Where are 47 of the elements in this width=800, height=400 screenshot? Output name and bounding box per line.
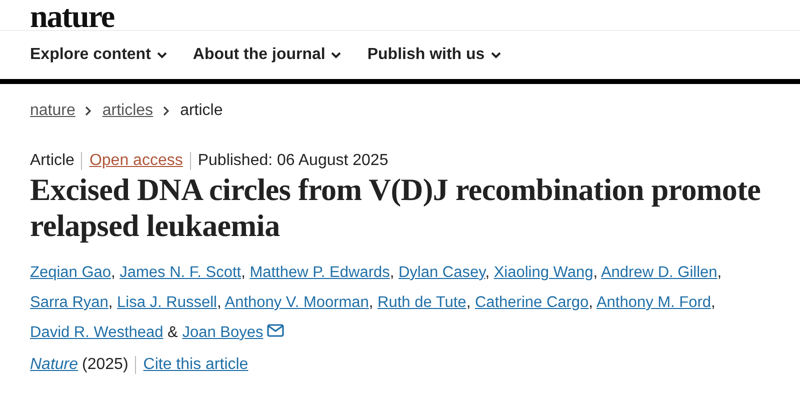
- separator: ,: [466, 294, 471, 311]
- separator: ,: [390, 264, 394, 281]
- breadcrumb-link[interactable]: articles: [102, 102, 154, 120]
- separator: ,: [108, 294, 113, 311]
- author-link[interactable]: Dylan Casey: [398, 264, 486, 281]
- author-link[interactable]: Matthew P. Edwards: [250, 264, 390, 281]
- current-page-label: article: [180, 102, 223, 120]
- author-link[interactable]: Zeqian Gao: [30, 264, 111, 281]
- article-type: Article: [30, 152, 74, 170]
- author-link[interactable]: James N. F. Scott: [120, 264, 242, 281]
- separator: ,: [368, 294, 374, 311]
- author-link[interactable]: Andrew D. Gillen: [600, 264, 718, 281]
- open-access-link[interactable]: Open access: [89, 152, 183, 170]
- published-date: Published: 06 August 2025: [198, 152, 388, 170]
- cite-link[interactable]: Cite this article: [143, 356, 248, 374]
- chevron-right-icon: [85, 106, 92, 116]
- separator: ,: [711, 294, 716, 311]
- journal-name[interactable]: Nature: [30, 356, 78, 374]
- author-link[interactable]: Xiaoling Wang: [494, 264, 594, 281]
- author-link[interactable]: David R. Westhead: [30, 324, 164, 341]
- author-link[interactable]: Sarra Ryan: [30, 294, 108, 311]
- separator: ,: [216, 294, 222, 311]
- author-link[interactable]: Anthony M. Ford: [596, 294, 712, 311]
- email-icon[interactable]: [267, 324, 284, 337]
- breadcrumb-link[interactable]: nature: [30, 102, 76, 120]
- chevron-down-icon: [490, 52, 501, 58]
- journal-logo[interactable]: nature: [30, 2, 114, 30]
- nav-menu-button[interactable]: Publish with us: [367, 46, 501, 64]
- separator: ,: [593, 264, 598, 281]
- separator: &: [166, 324, 179, 341]
- nav-menu-button[interactable]: About the journal: [192, 46, 342, 64]
- publication-year: (2025): [82, 356, 128, 374]
- separator: ,: [241, 264, 246, 281]
- nav-menu-button[interactable]: Explore content: [30, 46, 167, 64]
- separator: ,: [588, 294, 593, 311]
- separator: ,: [485, 264, 490, 281]
- author-link[interactable]: Catherine Cargo: [474, 294, 589, 311]
- author-link[interactable]: Anthony V. Moorman: [224, 294, 369, 311]
- article-title: Excised DNA circles from V(D)J recombination promote relapsed leukaemia: [30, 172, 762, 244]
- separator: ,: [111, 264, 116, 281]
- chevron-down-icon: [331, 52, 342, 58]
- author-link[interactable]: Lisa J. Russell: [117, 294, 217, 311]
- separator: ,: [717, 264, 722, 281]
- author-link[interactable]: Ruth de Tute: [378, 294, 466, 311]
- chevron-down-icon: [156, 52, 167, 58]
- chevron-right-icon: [163, 106, 170, 116]
- author-link[interactable]: Joan Boyes: [182, 324, 264, 341]
